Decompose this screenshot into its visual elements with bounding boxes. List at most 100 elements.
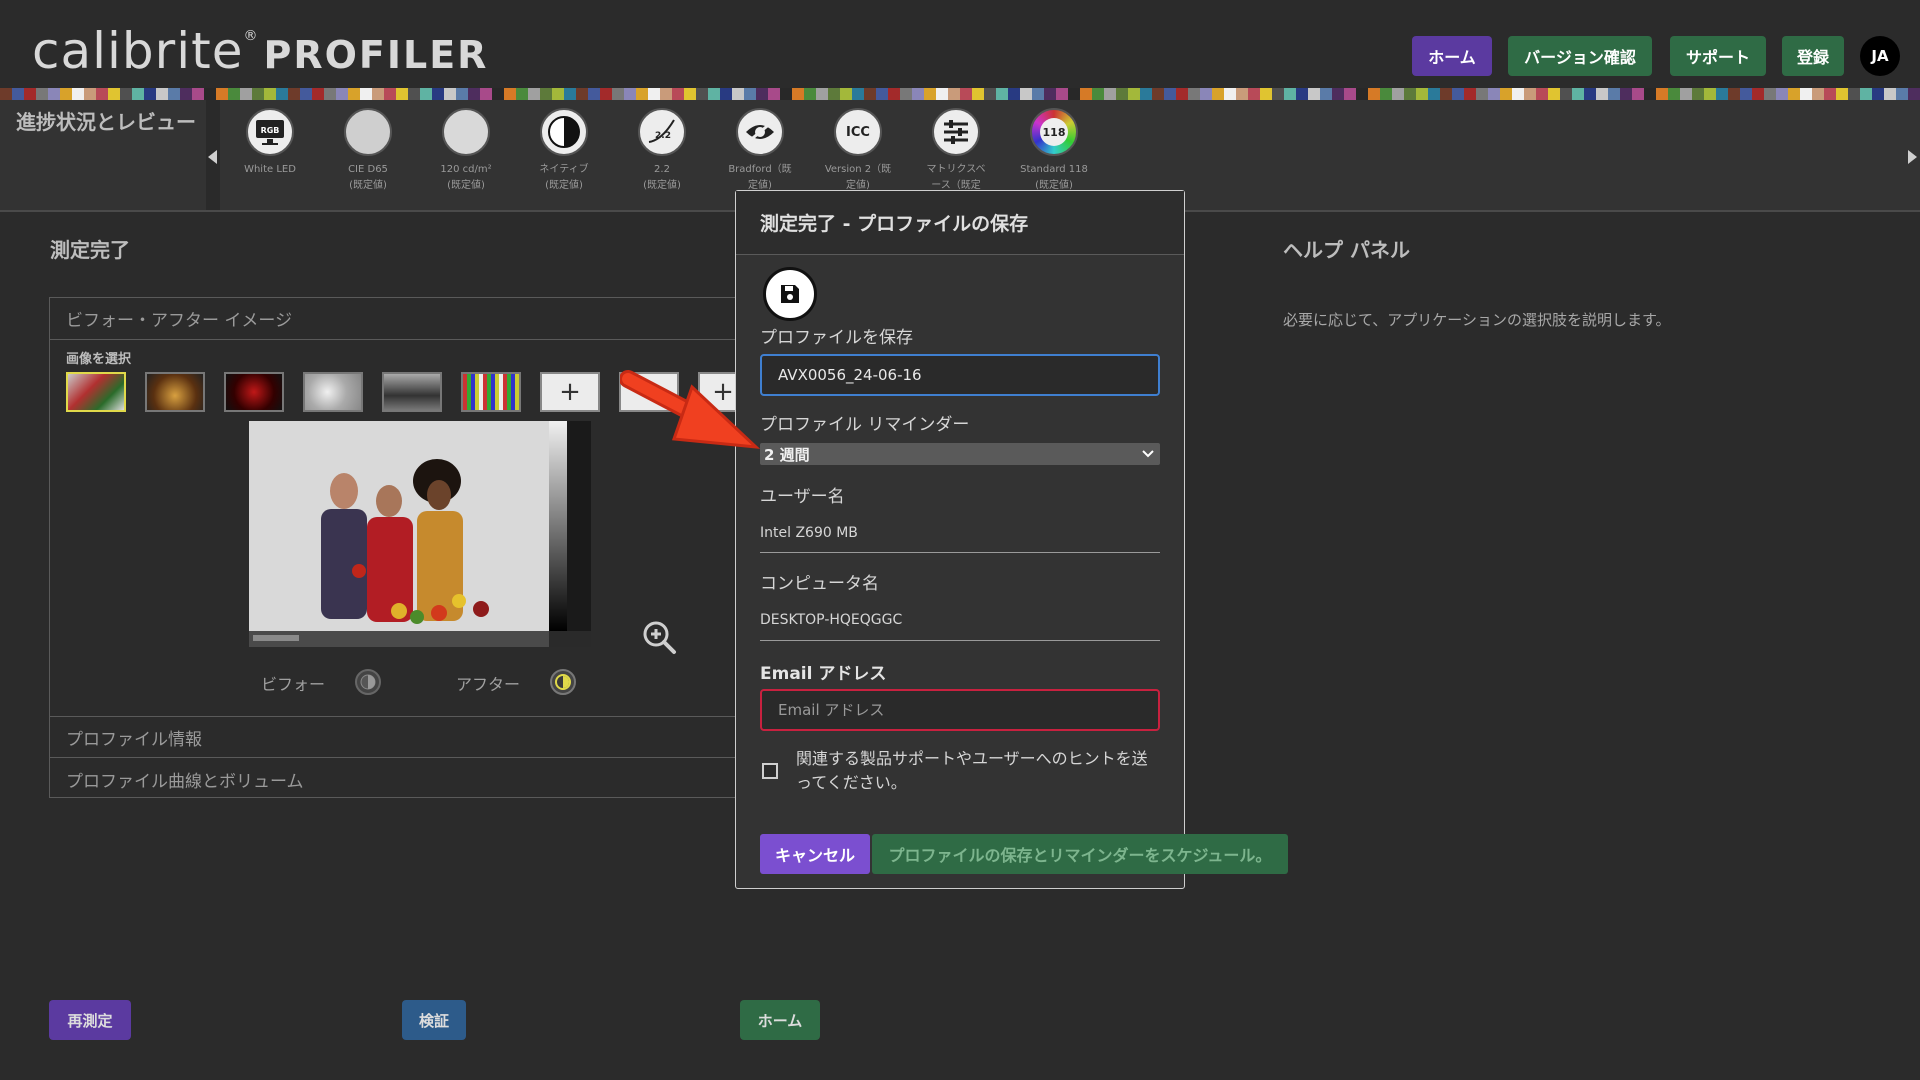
color-patch — [612, 88, 624, 100]
nav-register-button[interactable]: 登録 — [1782, 36, 1844, 76]
profile-reminder-select[interactable]: 2 週間 — [760, 443, 1160, 465]
thumbnail-bw-landscape[interactable] — [382, 372, 442, 412]
progress-step-display-type[interactable]: RGB White LED — [221, 108, 319, 178]
progress-title: 進捗状況とレビュー — [16, 110, 196, 134]
color-patch — [1632, 88, 1644, 100]
color-patch — [1380, 88, 1392, 100]
color-patch — [180, 88, 192, 100]
color-patch — [1800, 88, 1812, 100]
thumbnail-red-flower[interactable] — [224, 372, 284, 412]
progress-step-icc-version[interactable]: ICC Version 2（既 定値) — [809, 108, 907, 194]
add-image-button[interactable]: + — [540, 372, 600, 412]
color-patch — [960, 88, 972, 100]
accordion-profile-curves[interactable]: プロファイル曲線とボリューム — [50, 758, 750, 800]
color-patch — [1584, 88, 1596, 100]
color-patch — [1896, 88, 1908, 100]
color-patch — [648, 88, 660, 100]
color-patch — [1536, 88, 1548, 100]
color-patch — [468, 88, 480, 100]
user-name-field[interactable]: Intel Z690 MB — [760, 525, 858, 541]
color-patch — [1548, 88, 1560, 100]
thumbnail-color-bars[interactable] — [461, 372, 521, 412]
color-patch — [384, 88, 396, 100]
color-patch — [288, 88, 300, 100]
email-input[interactable] — [760, 689, 1160, 731]
nav-version-check-button[interactable]: バージョン確認 — [1508, 36, 1652, 76]
red-arrow-annotation — [620, 370, 760, 449]
progress-step-gamma[interactable]: 2.2 2.2 (既定値) — [613, 108, 711, 194]
icc-icon: ICC — [834, 108, 882, 156]
color-patch — [600, 88, 612, 100]
color-patch — [780, 88, 792, 100]
accordion-before-after[interactable]: ビフォー・アフター イメージ — [50, 298, 750, 340]
color-patch — [576, 88, 588, 100]
color-patch — [1656, 88, 1668, 100]
progress-scroll-left-icon[interactable] — [208, 150, 217, 164]
remeasure-button[interactable]: 再測定 — [49, 1000, 131, 1040]
accordion-profile-info[interactable]: プロファイル情報 — [50, 716, 750, 758]
color-patch — [1560, 88, 1572, 100]
progress-scroll-right-icon[interactable] — [1908, 150, 1917, 164]
color-patch — [1344, 88, 1356, 100]
color-patch — [1056, 88, 1068, 100]
progress-step-contrast[interactable]: ネイティブ (既定値) — [515, 108, 613, 194]
verify-button[interactable]: 検証 — [402, 1000, 466, 1040]
color-patch — [1836, 88, 1848, 100]
color-patch — [1248, 88, 1260, 100]
color-patch — [1176, 88, 1188, 100]
color-patch — [312, 88, 324, 100]
color-patch — [1032, 88, 1044, 100]
color-patch — [732, 88, 744, 100]
consent-checkbox[interactable] — [762, 763, 778, 779]
language-avatar[interactable]: JA — [1860, 36, 1900, 76]
nav-home-button[interactable]: ホーム — [1412, 36, 1492, 76]
help-panel-text: 必要に応じて、アプリケーションの選択肢を説明します。 — [1283, 311, 1671, 329]
color-patch — [1572, 88, 1584, 100]
computer-name-field[interactable]: DESKTOP-HQEQGGC — [760, 612, 902, 628]
color-patch — [228, 88, 240, 100]
cancel-button[interactable]: キャンセル — [760, 834, 870, 874]
nav-support-button[interactable]: サポート — [1670, 36, 1766, 76]
save-and-schedule-button[interactable]: プロファイルの保存とリマインダーをスケジュール。 — [872, 834, 1288, 874]
color-patch — [1044, 88, 1056, 100]
color-patch — [588, 88, 600, 100]
color-patch — [12, 88, 24, 100]
after-label: アフター — [456, 675, 521, 694]
thumbnail-interior[interactable] — [145, 372, 205, 412]
color-patch — [1188, 88, 1200, 100]
color-patch — [864, 88, 876, 100]
thumbnail-white-objects[interactable] — [303, 372, 363, 412]
progress-step-adaptation[interactable]: Bradford（既 定値) — [711, 108, 809, 194]
user-name-label: ユーザー名 — [760, 487, 845, 507]
progress-step-luminance[interactable]: 120 cd/m² (既定値) — [417, 108, 515, 194]
chevron-down-icon — [1142, 450, 1154, 458]
step-sublabel: (既定値) — [545, 180, 583, 191]
color-patch — [300, 88, 312, 100]
color-patch — [1692, 88, 1704, 100]
profile-name-input[interactable] — [760, 354, 1160, 396]
color-patch — [432, 88, 444, 100]
color-patch — [1296, 88, 1308, 100]
color-patch — [1152, 88, 1164, 100]
progress-step-white-point[interactable]: CIE D65 (既定値) — [319, 108, 417, 194]
color-patch — [1368, 88, 1380, 100]
color-patch — [972, 88, 984, 100]
home-button[interactable]: ホーム — [740, 1000, 820, 1040]
progress-step-patch-set[interactable]: 118 Standard 118 (既定値) — [1005, 108, 1103, 194]
before-radio[interactable] — [355, 669, 381, 695]
zoom-in-icon[interactable] — [640, 618, 680, 658]
progress-step-profile-type[interactable]: マトリクスベ ース（既定 — [907, 108, 1005, 194]
color-patch — [1668, 88, 1680, 100]
color-patch — [1440, 88, 1452, 100]
color-patch — [516, 88, 528, 100]
modal-title: 測定完了 - プロファイルの保存 — [736, 191, 1184, 255]
color-patch — [564, 88, 576, 100]
color-patch — [480, 88, 492, 100]
step-label: CIE D65 — [348, 164, 388, 175]
color-patch — [0, 88, 12, 100]
gamma-icon: 2.2 — [638, 108, 686, 156]
color-patch — [1476, 88, 1488, 100]
color-patch — [888, 88, 900, 100]
after-radio[interactable] — [550, 669, 576, 695]
thumbnail-people[interactable] — [66, 372, 126, 412]
